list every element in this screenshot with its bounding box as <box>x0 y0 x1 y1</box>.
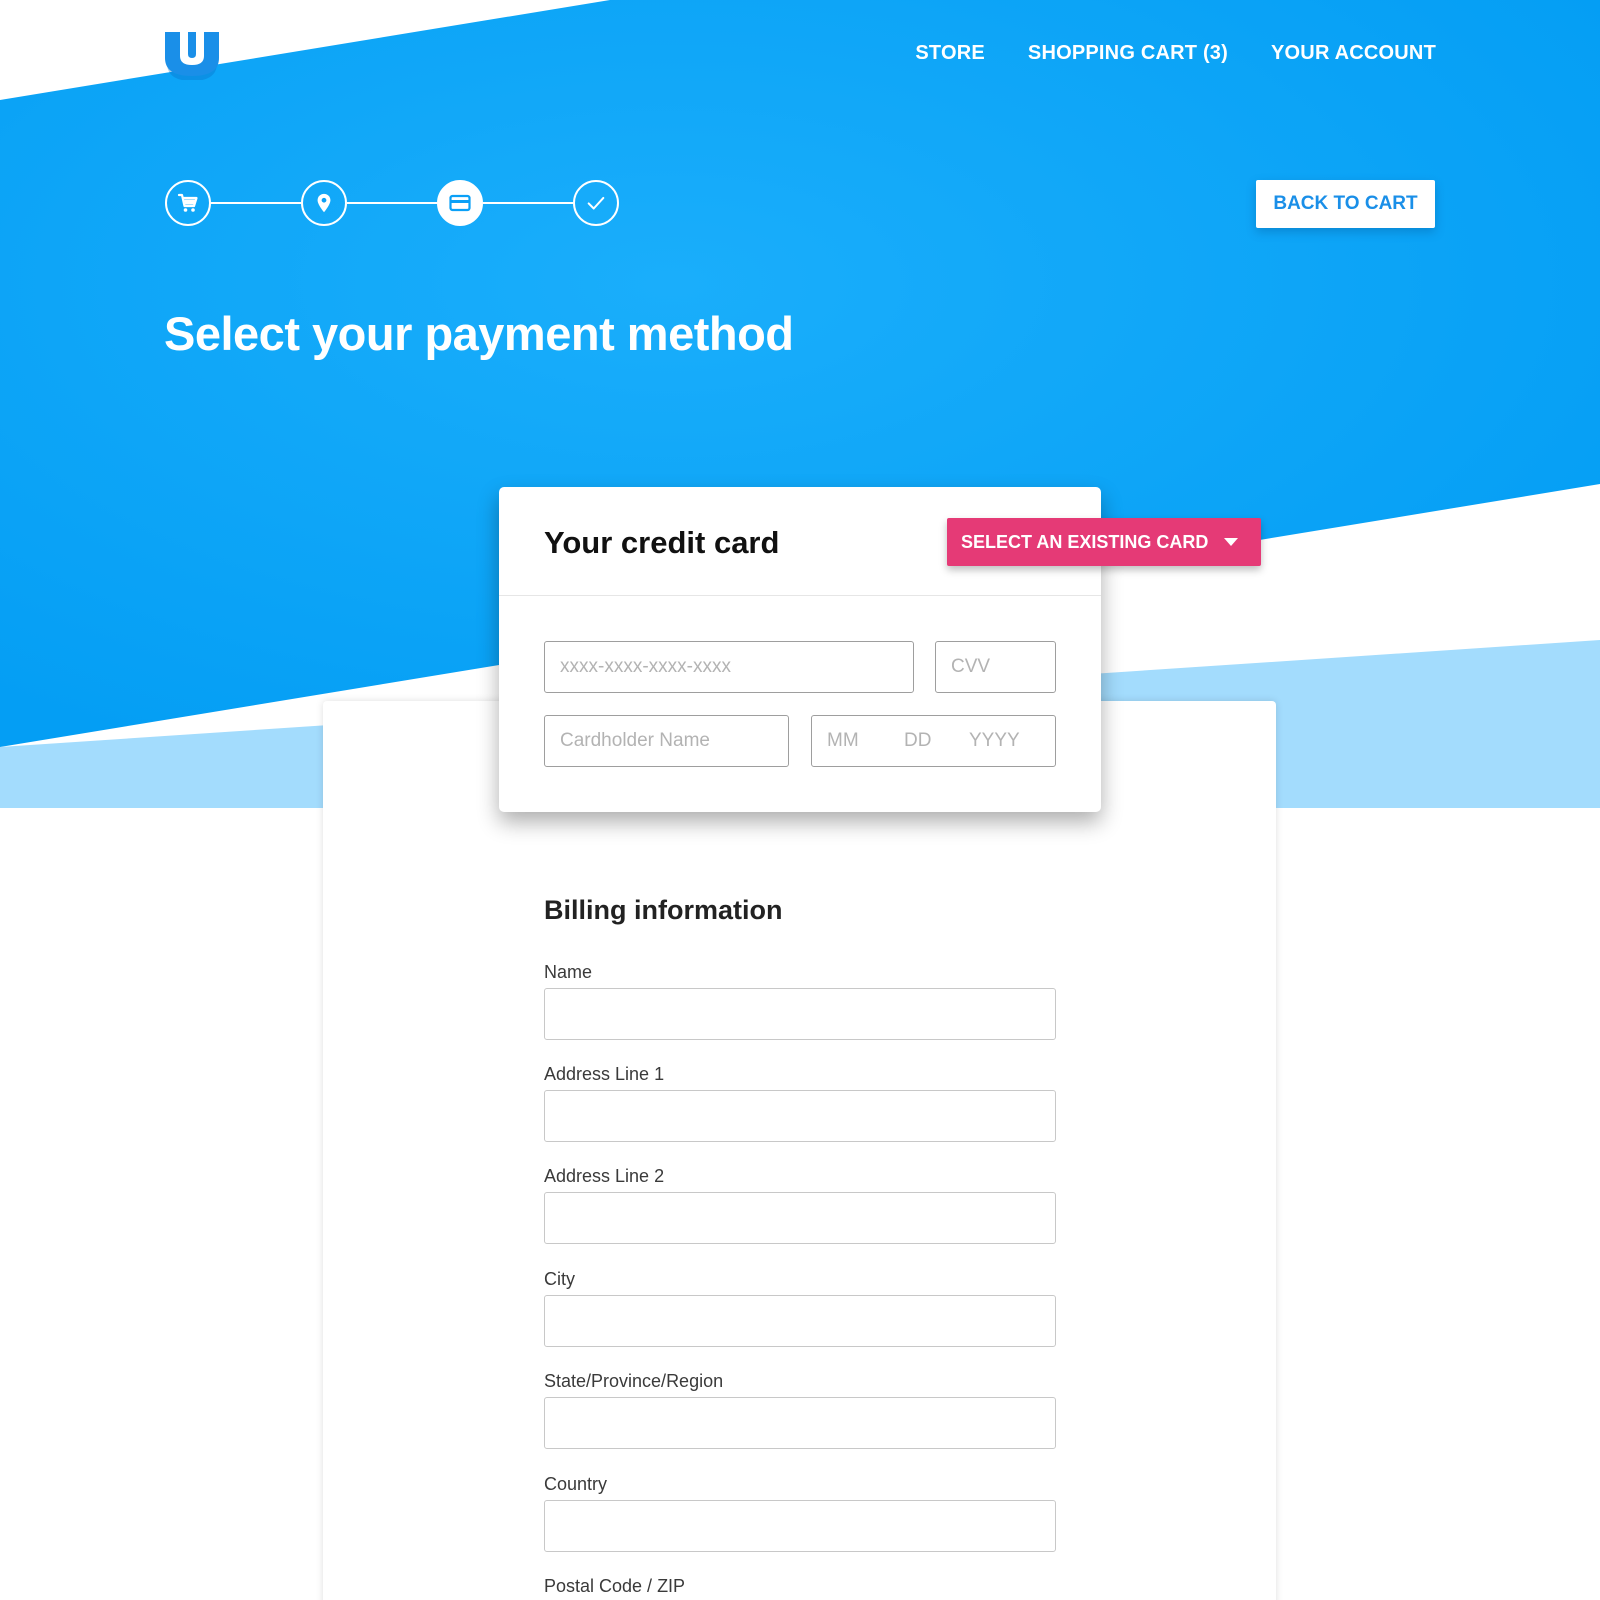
billing-address1-group: Address Line 1 <box>544 1064 1056 1142</box>
credit-card-divider <box>499 595 1101 596</box>
card-number-input[interactable] <box>544 641 914 693</box>
billing-name-label: Name <box>544 962 593 982</box>
logo-icon[interactable] <box>163 30 221 80</box>
checkout-stepper <box>165 180 619 226</box>
billing-name-input[interactable] <box>544 988 1056 1040</box>
billing-postal-group: Postal Code / ZIP <box>544 1576 1056 1600</box>
select-existing-card-label: SELECT AN EXISTING CARD <box>961 531 1209 552</box>
step-connector <box>483 202 573 204</box>
billing-state-group: State/Province/Region <box>544 1371 1056 1449</box>
billing-name-group: Name <box>544 962 1056 1040</box>
step-connector <box>347 202 437 204</box>
step-address[interactable] <box>301 180 347 226</box>
chevron-down-icon <box>1224 538 1239 546</box>
billing-country-label: Country <box>544 1474 608 1494</box>
billing-address2-group: Address Line 2 <box>544 1166 1056 1244</box>
billing-city-group: City <box>544 1269 1056 1347</box>
main-nav: STORE SHOPPING CART (3) YOUR ACCOUNT <box>915 42 1436 65</box>
billing-city-input[interactable] <box>544 1295 1056 1347</box>
checkmark-icon <box>587 196 605 210</box>
expiry-month[interactable]: MM <box>827 730 904 752</box>
cardholder-name-input[interactable] <box>544 715 789 767</box>
billing-country-group: Country <box>544 1474 1056 1552</box>
expiry-day[interactable]: DD <box>904 730 969 752</box>
billing-country-input[interactable] <box>544 1500 1056 1552</box>
step-connector <box>211 202 301 204</box>
billing-address1-label: Address Line 1 <box>544 1064 665 1084</box>
back-to-cart-button[interactable]: BACK TO CART <box>1256 180 1435 228</box>
location-pin-icon <box>317 193 331 213</box>
billing-address2-label: Address Line 2 <box>544 1166 665 1186</box>
select-existing-card-button[interactable]: SELECT AN EXISTING CARD <box>947 518 1261 566</box>
credit-card-icon <box>449 194 471 212</box>
expiry-date-input[interactable]: MM DD YYYY <box>811 715 1056 767</box>
billing-panel <box>323 701 1276 1600</box>
cart-icon <box>177 193 198 212</box>
nav-shopping-cart-link[interactable]: SHOPPING CART (3) <box>1028 42 1228 65</box>
page-title: Select your payment method <box>164 307 794 360</box>
step-cart[interactable] <box>165 180 211 226</box>
billing-address1-input[interactable] <box>544 1090 1056 1142</box>
billing-state-label: State/Province/Region <box>544 1371 724 1391</box>
billing-state-input[interactable] <box>544 1397 1056 1449</box>
billing-title: Billing information <box>544 895 783 925</box>
step-payment[interactable] <box>437 180 483 226</box>
nav-your-account-link[interactable]: YOUR ACCOUNT <box>1271 42 1436 65</box>
billing-address2-input[interactable] <box>544 1192 1056 1244</box>
expiry-year[interactable]: YYYY <box>969 730 1020 752</box>
credit-card-title: Your credit card <box>544 525 780 560</box>
billing-city-label: City <box>544 1269 575 1289</box>
cvv-input[interactable] <box>935 641 1056 693</box>
billing-postal-label: Postal Code / ZIP <box>544 1576 686 1596</box>
nav-store-link[interactable]: STORE <box>915 42 985 65</box>
step-confirm[interactable] <box>573 180 619 226</box>
